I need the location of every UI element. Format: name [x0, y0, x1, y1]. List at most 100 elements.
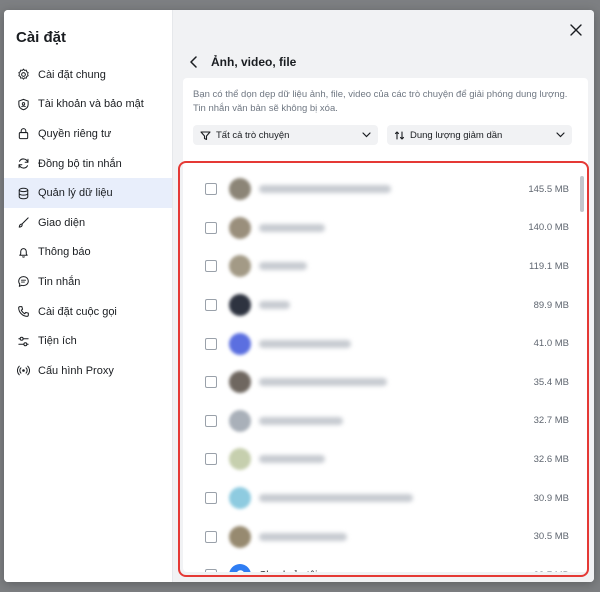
chevron-down-icon	[362, 130, 372, 140]
sidebar-menu: Cài đặt chung Tài khoản và bảo mật Quyền r…	[4, 60, 172, 386]
sidebar-item-label: Quyền riêng tư	[38, 127, 112, 140]
sort-dropdown[interactable]: Dung lượng giảm dần	[387, 125, 572, 145]
sidebar-item-2[interactable]: Tài khoản và bảo mật	[4, 90, 172, 120]
conversation-row[interactable]: 145.5 MB	[193, 170, 573, 209]
conversation-size: 145.5 MB	[528, 183, 569, 195]
sidebar-item-9[interactable]: Cài đặt cuộc gọi	[4, 297, 172, 327]
sidebar-item-label: Cài đặt cuộc gọi	[38, 305, 117, 318]
conversation-checkbox[interactable]	[205, 453, 217, 466]
conversation-name	[259, 494, 413, 503]
sidebar-item-10[interactable]: Tiện ích	[4, 326, 172, 356]
sidebar-item-label: Cài đặt chung	[38, 68, 106, 81]
conversation-row[interactable]: 30.9 MB	[193, 479, 573, 518]
conversation-checkbox[interactable]	[205, 492, 217, 505]
conversation-size: 30.5 MB	[533, 531, 569, 543]
avatar	[229, 332, 251, 355]
close-icon	[570, 24, 582, 36]
page-header: Ảnh, video, file	[185, 52, 296, 72]
conversation-name	[259, 185, 391, 194]
conversation-checkbox[interactable]	[205, 299, 217, 312]
sidebar-item-4[interactable]: Đồng bộ tin nhắn	[4, 149, 172, 179]
conversation-size: 89.9 MB	[533, 299, 569, 311]
conversation-checkbox[interactable]	[205, 260, 217, 273]
phone-icon	[16, 305, 30, 319]
sync-icon	[16, 157, 30, 171]
chat-icon	[16, 275, 30, 289]
avatar	[229, 255, 251, 278]
settings-sidebar: Cài đặt Cài đặt chung Tài khoản và bảo mậ…	[4, 10, 173, 582]
conversation-list[interactable]: 145.5 MB 140.0 MB 119.1 MB 89.9 MB 41.0 MB 35…	[193, 170, 588, 572]
sidebar-item-label: Giao diện	[38, 216, 86, 229]
conversation-row[interactable]: 30.5 MB	[193, 517, 573, 556]
sidebar-item-7[interactable]: Thông báo	[4, 238, 172, 268]
conversation-checkbox[interactable]	[205, 414, 217, 427]
avatar	[229, 294, 251, 317]
close-button[interactable]	[566, 20, 586, 40]
sidebar-item-label: Tài khoản và bảo mật	[38, 98, 144, 111]
conversation-name	[259, 416, 343, 425]
filter-icon	[199, 129, 211, 141]
conversation-name: Cloud của tôi	[259, 570, 317, 572]
conversation-row[interactable]: 89.9 MB	[193, 286, 573, 325]
conversation-row[interactable]: 119.1 MB	[193, 247, 573, 286]
back-button[interactable]	[185, 53, 203, 71]
avatar	[229, 178, 251, 201]
conversation-size: 41.0 MB	[533, 338, 569, 350]
conversation-name	[259, 378, 387, 387]
avatar	[229, 487, 251, 510]
avatar	[229, 371, 251, 394]
sidebar-item-label: Tin nhắn	[38, 275, 81, 288]
sidebar-title: Cài đặt	[16, 29, 67, 46]
conversation-name	[259, 455, 325, 464]
cloud-icon	[229, 564, 251, 572]
sidebar-item-label: Quản lý dữ liệu	[38, 187, 113, 200]
bell-icon	[16, 245, 30, 259]
conversation-row[interactable]: 35.4 MB	[193, 363, 573, 402]
conversation-checkbox[interactable]	[205, 376, 217, 389]
conversation-row[interactable]: 32.6 MB	[193, 440, 573, 479]
conversation-size: 32.6 MB	[533, 453, 569, 465]
sidebar-item-label: Cấu hình Proxy	[38, 364, 114, 377]
sidebar-item-3[interactable]: Quyền riêng tư	[4, 119, 172, 149]
content-panel: Bạn có thể dọn dẹp dữ liệu ảnh, file, vi…	[183, 78, 588, 572]
sidebar-item-label: Tiện ích	[38, 335, 77, 348]
description-text: Bạn có thể dọn dẹp dữ liệu ảnh, file, vi…	[193, 89, 568, 114]
sidebar-item-label: Đồng bộ tin nhắn	[38, 157, 122, 170]
sidebar-item-1[interactable]: Cài đặt chung	[4, 60, 172, 90]
conversation-checkbox[interactable]	[205, 569, 217, 572]
conversation-filter-dropdown[interactable]: Tất cả trò chuyện	[193, 125, 378, 145]
database-icon	[16, 186, 30, 200]
avatar	[229, 448, 251, 471]
conversation-size: 140.0 MB	[528, 222, 569, 234]
conversation-row[interactable]: 140.0 MB	[193, 209, 573, 248]
conversation-filter-label: Tất cả trò chuyện	[216, 129, 290, 141]
sidebar-item-6[interactable]: Giao diện	[4, 208, 172, 238]
settings-dialog: Cài đặt Cài đặt chung Tài khoản và bảo mậ…	[4, 10, 594, 582]
scrollbar-thumb[interactable]	[580, 176, 584, 212]
conversation-name	[259, 223, 325, 232]
conversation-row[interactable]: Cloud của tôi 23.7 MB	[193, 556, 573, 572]
conversation-row[interactable]: 32.7 MB	[193, 402, 573, 441]
conversation-size: 23.7 MB	[534, 570, 573, 572]
conversation-size: 119.1 MB	[529, 260, 569, 272]
avatar	[229, 216, 251, 239]
sort-label: Dung lượng giảm dần	[410, 129, 503, 141]
proxy-icon	[16, 364, 30, 378]
gear-icon	[16, 68, 30, 82]
sidebar-item-5[interactable]: Quản lý dữ liệu	[4, 178, 172, 208]
conversation-name	[259, 339, 352, 348]
avatar	[229, 525, 251, 548]
sidebar-item-8[interactable]: Tin nhắn	[4, 267, 172, 297]
conversation-checkbox[interactable]	[205, 530, 217, 543]
conversation-checkbox[interactable]	[205, 183, 217, 196]
sidebar-item-11[interactable]: Cấu hình Proxy	[4, 356, 172, 386]
conversation-name	[259, 301, 290, 310]
conversation-name	[259, 532, 347, 541]
conversation-size: 35.4 MB	[533, 376, 569, 388]
avatar	[229, 409, 251, 432]
conversation-checkbox[interactable]	[205, 337, 217, 350]
conversation-size: 30.9 MB	[533, 492, 569, 504]
chevron-down-icon	[556, 130, 566, 140]
conversation-row[interactable]: 41.0 MB	[193, 324, 573, 363]
conversation-checkbox[interactable]	[205, 221, 217, 234]
